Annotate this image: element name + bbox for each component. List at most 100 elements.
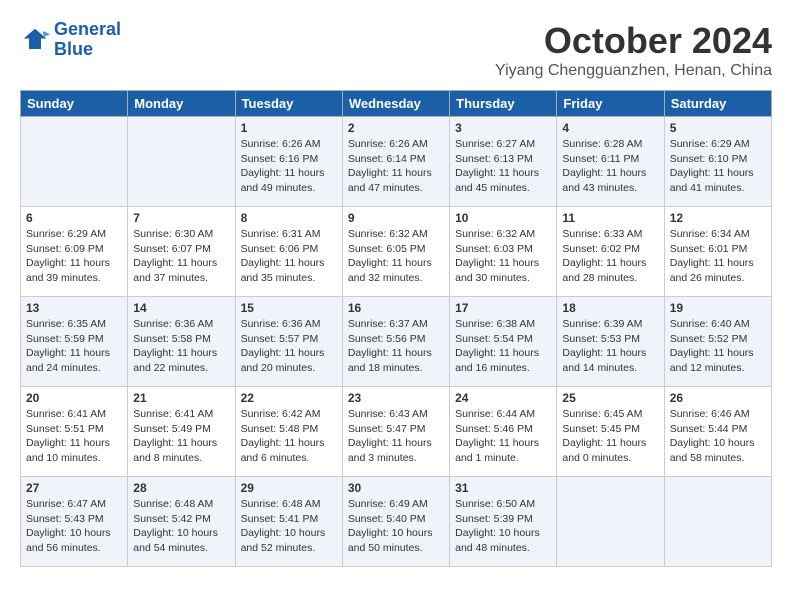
- day-cell: 12Sunrise: 6:34 AM Sunset: 6:01 PM Dayli…: [664, 207, 771, 297]
- day-info: Sunrise: 6:36 AM Sunset: 5:57 PM Dayligh…: [241, 317, 337, 376]
- day-info: Sunrise: 6:41 AM Sunset: 5:49 PM Dayligh…: [133, 407, 229, 466]
- day-cell: 21 Sunrise: 6:41 AM Sunset: 5:49 PM Dayli…: [128, 387, 235, 477]
- day-number: 18: [562, 301, 658, 315]
- day-header-monday: Monday: [128, 91, 235, 117]
- day-info: Sunrise: 6:49 AM Sunset: 5:40 PM Dayligh…: [348, 497, 444, 556]
- day-info: Sunrise: 6:38 AM Sunset: 5:54 PM Dayligh…: [455, 317, 551, 376]
- day-number: 26: [670, 391, 766, 405]
- day-info: Sunrise: 6:29 AM Sunset: 6:09 PM Dayligh…: [26, 227, 122, 286]
- day-cell: [21, 117, 128, 207]
- day-info: Sunrise: 6:48 AM Sunset: 5:42 PM Dayligh…: [133, 497, 229, 556]
- day-header-sunday: Sunday: [21, 91, 128, 117]
- day-number: 25: [562, 391, 658, 405]
- calendar-table: SundayMondayTuesdayWednesdayThursdayFrid…: [20, 90, 772, 567]
- day-header-thursday: Thursday: [450, 91, 557, 117]
- day-number: 23: [348, 391, 444, 405]
- day-cell: 15 Sunrise: 6:36 AM Sunset: 5:57 PM Dayli…: [235, 297, 342, 387]
- day-info: Sunrise: 6:39 AM Sunset: 5:53 PM Dayligh…: [562, 317, 658, 376]
- day-cell: 18 Sunrise: 6:39 AM Sunset: 5:53 PM Dayli…: [557, 297, 664, 387]
- week-row-4: 20 Sunrise: 6:41 AM Sunset: 5:51 PM Dayli…: [21, 387, 772, 477]
- day-number: 2: [348, 121, 444, 135]
- day-number: 28: [133, 481, 229, 495]
- day-number: 22: [241, 391, 337, 405]
- week-row-2: 6 Sunrise: 6:29 AM Sunset: 6:09 PM Daylig…: [21, 207, 772, 297]
- day-cell: 27Sunrise: 6:47 AM Sunset: 5:43 PM Dayli…: [21, 477, 128, 567]
- day-number: 24: [455, 391, 551, 405]
- day-info: Sunrise: 6:43 AM Sunset: 5:47 PM Dayligh…: [348, 407, 444, 466]
- day-header-wednesday: Wednesday: [342, 91, 449, 117]
- page-header: General Blue October 2024 Yiyang Chenggu…: [20, 20, 772, 80]
- day-cell: 31Sunrise: 6:50 AM Sunset: 5:39 PM Dayli…: [450, 477, 557, 567]
- day-number: 6: [26, 211, 122, 225]
- logo: General Blue: [20, 20, 121, 60]
- month-title: October 2024: [495, 20, 772, 62]
- day-number: 20: [26, 391, 122, 405]
- day-number: 7: [133, 211, 229, 225]
- day-number: 13: [26, 301, 122, 315]
- day-info: Sunrise: 6:27 AM Sunset: 6:13 PM Dayligh…: [455, 137, 551, 196]
- day-cell: 24 Sunrise: 6:44 AM Sunset: 5:46 PM Dayli…: [450, 387, 557, 477]
- logo-icon: [20, 25, 50, 55]
- day-number: 10: [455, 211, 551, 225]
- day-number: 16: [348, 301, 444, 315]
- day-cell: [557, 477, 664, 567]
- day-info: Sunrise: 6:36 AM Sunset: 5:58 PM Dayligh…: [133, 317, 229, 376]
- day-info: Sunrise: 6:32 AM Sunset: 6:05 PM Dayligh…: [348, 227, 444, 286]
- day-info: Sunrise: 6:26 AM Sunset: 6:16 PM Dayligh…: [241, 137, 337, 196]
- day-info: Sunrise: 6:45 AM Sunset: 5:45 PM Dayligh…: [562, 407, 658, 466]
- day-info: Sunrise: 6:34 AM Sunset: 6:01 PM Dayligh…: [670, 227, 766, 286]
- day-cell: 13 Sunrise: 6:35 AM Sunset: 5:59 PM Dayli…: [21, 297, 128, 387]
- day-number: 5: [670, 121, 766, 135]
- day-info: Sunrise: 6:41 AM Sunset: 5:51 PM Dayligh…: [26, 407, 122, 466]
- day-cell: 9 Sunrise: 6:32 AM Sunset: 6:05 PM Daylig…: [342, 207, 449, 297]
- day-info: Sunrise: 6:26 AM Sunset: 6:14 PM Dayligh…: [348, 137, 444, 196]
- logo-text: General Blue: [54, 20, 121, 60]
- day-info: Sunrise: 6:37 AM Sunset: 5:56 PM Dayligh…: [348, 317, 444, 376]
- day-number: 30: [348, 481, 444, 495]
- day-number: 3: [455, 121, 551, 135]
- days-header-row: SundayMondayTuesdayWednesdayThursdayFrid…: [21, 91, 772, 117]
- day-cell: [128, 117, 235, 207]
- day-number: 14: [133, 301, 229, 315]
- day-number: 11: [562, 211, 658, 225]
- day-number: 31: [455, 481, 551, 495]
- day-number: 19: [670, 301, 766, 315]
- day-cell: 20 Sunrise: 6:41 AM Sunset: 5:51 PM Dayli…: [21, 387, 128, 477]
- day-info: Sunrise: 6:46 AM Sunset: 5:44 PM Dayligh…: [670, 407, 766, 466]
- day-cell: 16 Sunrise: 6:37 AM Sunset: 5:56 PM Dayli…: [342, 297, 449, 387]
- day-cell: 29Sunrise: 6:48 AM Sunset: 5:41 PM Dayli…: [235, 477, 342, 567]
- day-cell: 19 Sunrise: 6:40 AM Sunset: 5:52 PM Dayli…: [664, 297, 771, 387]
- day-cell: 8Sunrise: 6:31 AM Sunset: 6:06 PM Daylig…: [235, 207, 342, 297]
- day-info: Sunrise: 6:44 AM Sunset: 5:46 PM Dayligh…: [455, 407, 551, 466]
- day-number: 15: [241, 301, 337, 315]
- day-number: 8: [241, 211, 337, 225]
- day-cell: 30 Sunrise: 6:49 AM Sunset: 5:40 PM Dayli…: [342, 477, 449, 567]
- week-row-1: 1Sunrise: 6:26 AM Sunset: 6:16 PM Daylig…: [21, 117, 772, 207]
- day-info: Sunrise: 6:40 AM Sunset: 5:52 PM Dayligh…: [670, 317, 766, 376]
- day-info: Sunrise: 6:35 AM Sunset: 5:59 PM Dayligh…: [26, 317, 122, 376]
- day-cell: 14 Sunrise: 6:36 AM Sunset: 5:58 PM Dayli…: [128, 297, 235, 387]
- day-cell: 23 Sunrise: 6:43 AM Sunset: 5:47 PM Dayli…: [342, 387, 449, 477]
- day-info: Sunrise: 6:48 AM Sunset: 5:41 PM Dayligh…: [241, 497, 337, 556]
- day-cell: 3 Sunrise: 6:27 AM Sunset: 6:13 PM Daylig…: [450, 117, 557, 207]
- day-header-saturday: Saturday: [664, 91, 771, 117]
- day-cell: [664, 477, 771, 567]
- day-number: 4: [562, 121, 658, 135]
- title-block: October 2024 Yiyang Chengguanzhen, Henan…: [495, 20, 772, 80]
- day-number: 9: [348, 211, 444, 225]
- day-cell: 28 Sunrise: 6:48 AM Sunset: 5:42 PM Dayli…: [128, 477, 235, 567]
- day-info: Sunrise: 6:33 AM Sunset: 6:02 PM Dayligh…: [562, 227, 658, 286]
- day-header-friday: Friday: [557, 91, 664, 117]
- day-cell: 6 Sunrise: 6:29 AM Sunset: 6:09 PM Daylig…: [21, 207, 128, 297]
- day-header-tuesday: Tuesday: [235, 91, 342, 117]
- location: Yiyang Chengguanzhen, Henan, China: [495, 62, 772, 80]
- day-number: 27: [26, 481, 122, 495]
- day-cell: 10 Sunrise: 6:32 AM Sunset: 6:03 PM Dayli…: [450, 207, 557, 297]
- day-cell: 1Sunrise: 6:26 AM Sunset: 6:16 PM Daylig…: [235, 117, 342, 207]
- day-info: Sunrise: 6:29 AM Sunset: 6:10 PM Dayligh…: [670, 137, 766, 196]
- day-info: Sunrise: 6:32 AM Sunset: 6:03 PM Dayligh…: [455, 227, 551, 286]
- day-cell: 7Sunrise: 6:30 AM Sunset: 6:07 PM Daylig…: [128, 207, 235, 297]
- week-row-5: 27Sunrise: 6:47 AM Sunset: 5:43 PM Dayli…: [21, 477, 772, 567]
- day-number: 21: [133, 391, 229, 405]
- week-row-3: 13 Sunrise: 6:35 AM Sunset: 5:59 PM Dayli…: [21, 297, 772, 387]
